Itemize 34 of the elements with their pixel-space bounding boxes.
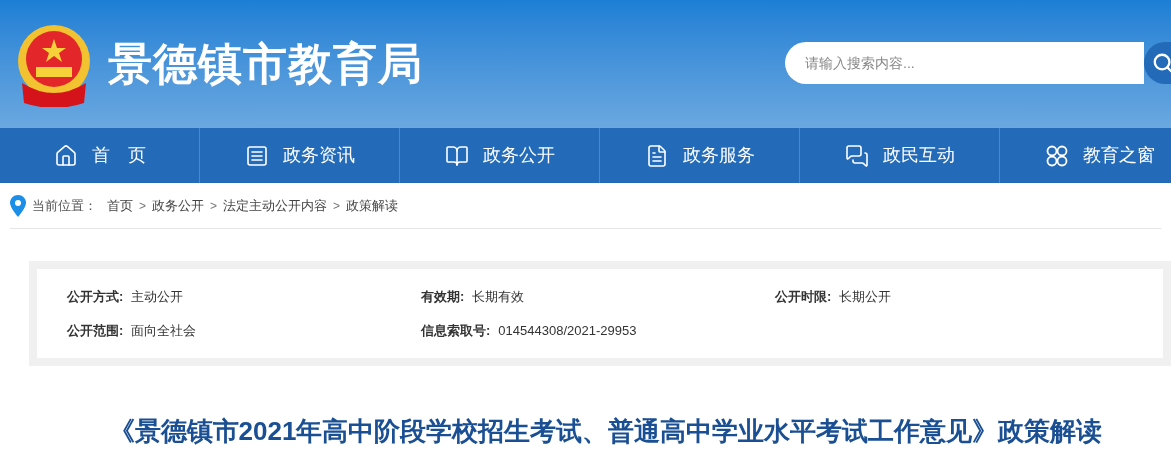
article-title: 《景德镇市2021年高中阶段学校招生考试、普通高中学业水平考试工作意见》政策解读 (108, 415, 1103, 448)
nav-item[interactable]: 政务资讯 (200, 128, 400, 183)
info-label: 公开时限: (775, 288, 832, 306)
nav-item[interactable]: 政民互动 (800, 128, 1000, 183)
location-pin-icon (10, 194, 26, 217)
breadcrumb-separator: > (333, 197, 341, 215)
info-label: 有效期: (421, 288, 465, 306)
four-circles-icon (1044, 143, 1069, 168)
breadcrumb-link[interactable]: 政策解读 (346, 195, 399, 216)
info-value: 014544308/2021-29953 (498, 321, 637, 340)
breadcrumb-separator: > (139, 197, 146, 215)
site-title: 景德镇市教育局 (108, 38, 423, 90)
nav-item[interactable]: 政务服务 (600, 128, 800, 183)
breadcrumb-link[interactable]: 法定主动公开内容 (223, 195, 328, 216)
breadcrumb-link[interactable]: 首页 (107, 195, 133, 216)
breadcrumb-separator: > (210, 197, 218, 215)
info-value: 长期有效 (472, 288, 525, 306)
nav-item[interactable]: 首 页 (0, 128, 200, 183)
book-icon (444, 143, 469, 168)
nav-item[interactable]: 教育之窗 (1000, 128, 1171, 183)
search-field[interactable]: 请输入搜索内容... (785, 42, 1144, 84)
nav-item[interactable]: 政务公开 (400, 128, 600, 183)
info-label: 信息索取号: (421, 321, 491, 340)
document-icon (244, 143, 269, 168)
breadcrumb-link[interactable]: 政务公开 (152, 195, 204, 216)
info-value: 面向全社会 (131, 321, 197, 340)
info-value: 主动公开 (131, 288, 184, 306)
info-label: 公开范围: (67, 321, 124, 340)
breadcrumb-label: 当前位置： (32, 196, 97, 215)
home-icon (53, 143, 78, 168)
info-value: 长期公开 (839, 288, 892, 306)
chat-icon (844, 143, 869, 168)
info-label: 公开方式: (67, 288, 124, 306)
search-icon (1152, 52, 1171, 74)
